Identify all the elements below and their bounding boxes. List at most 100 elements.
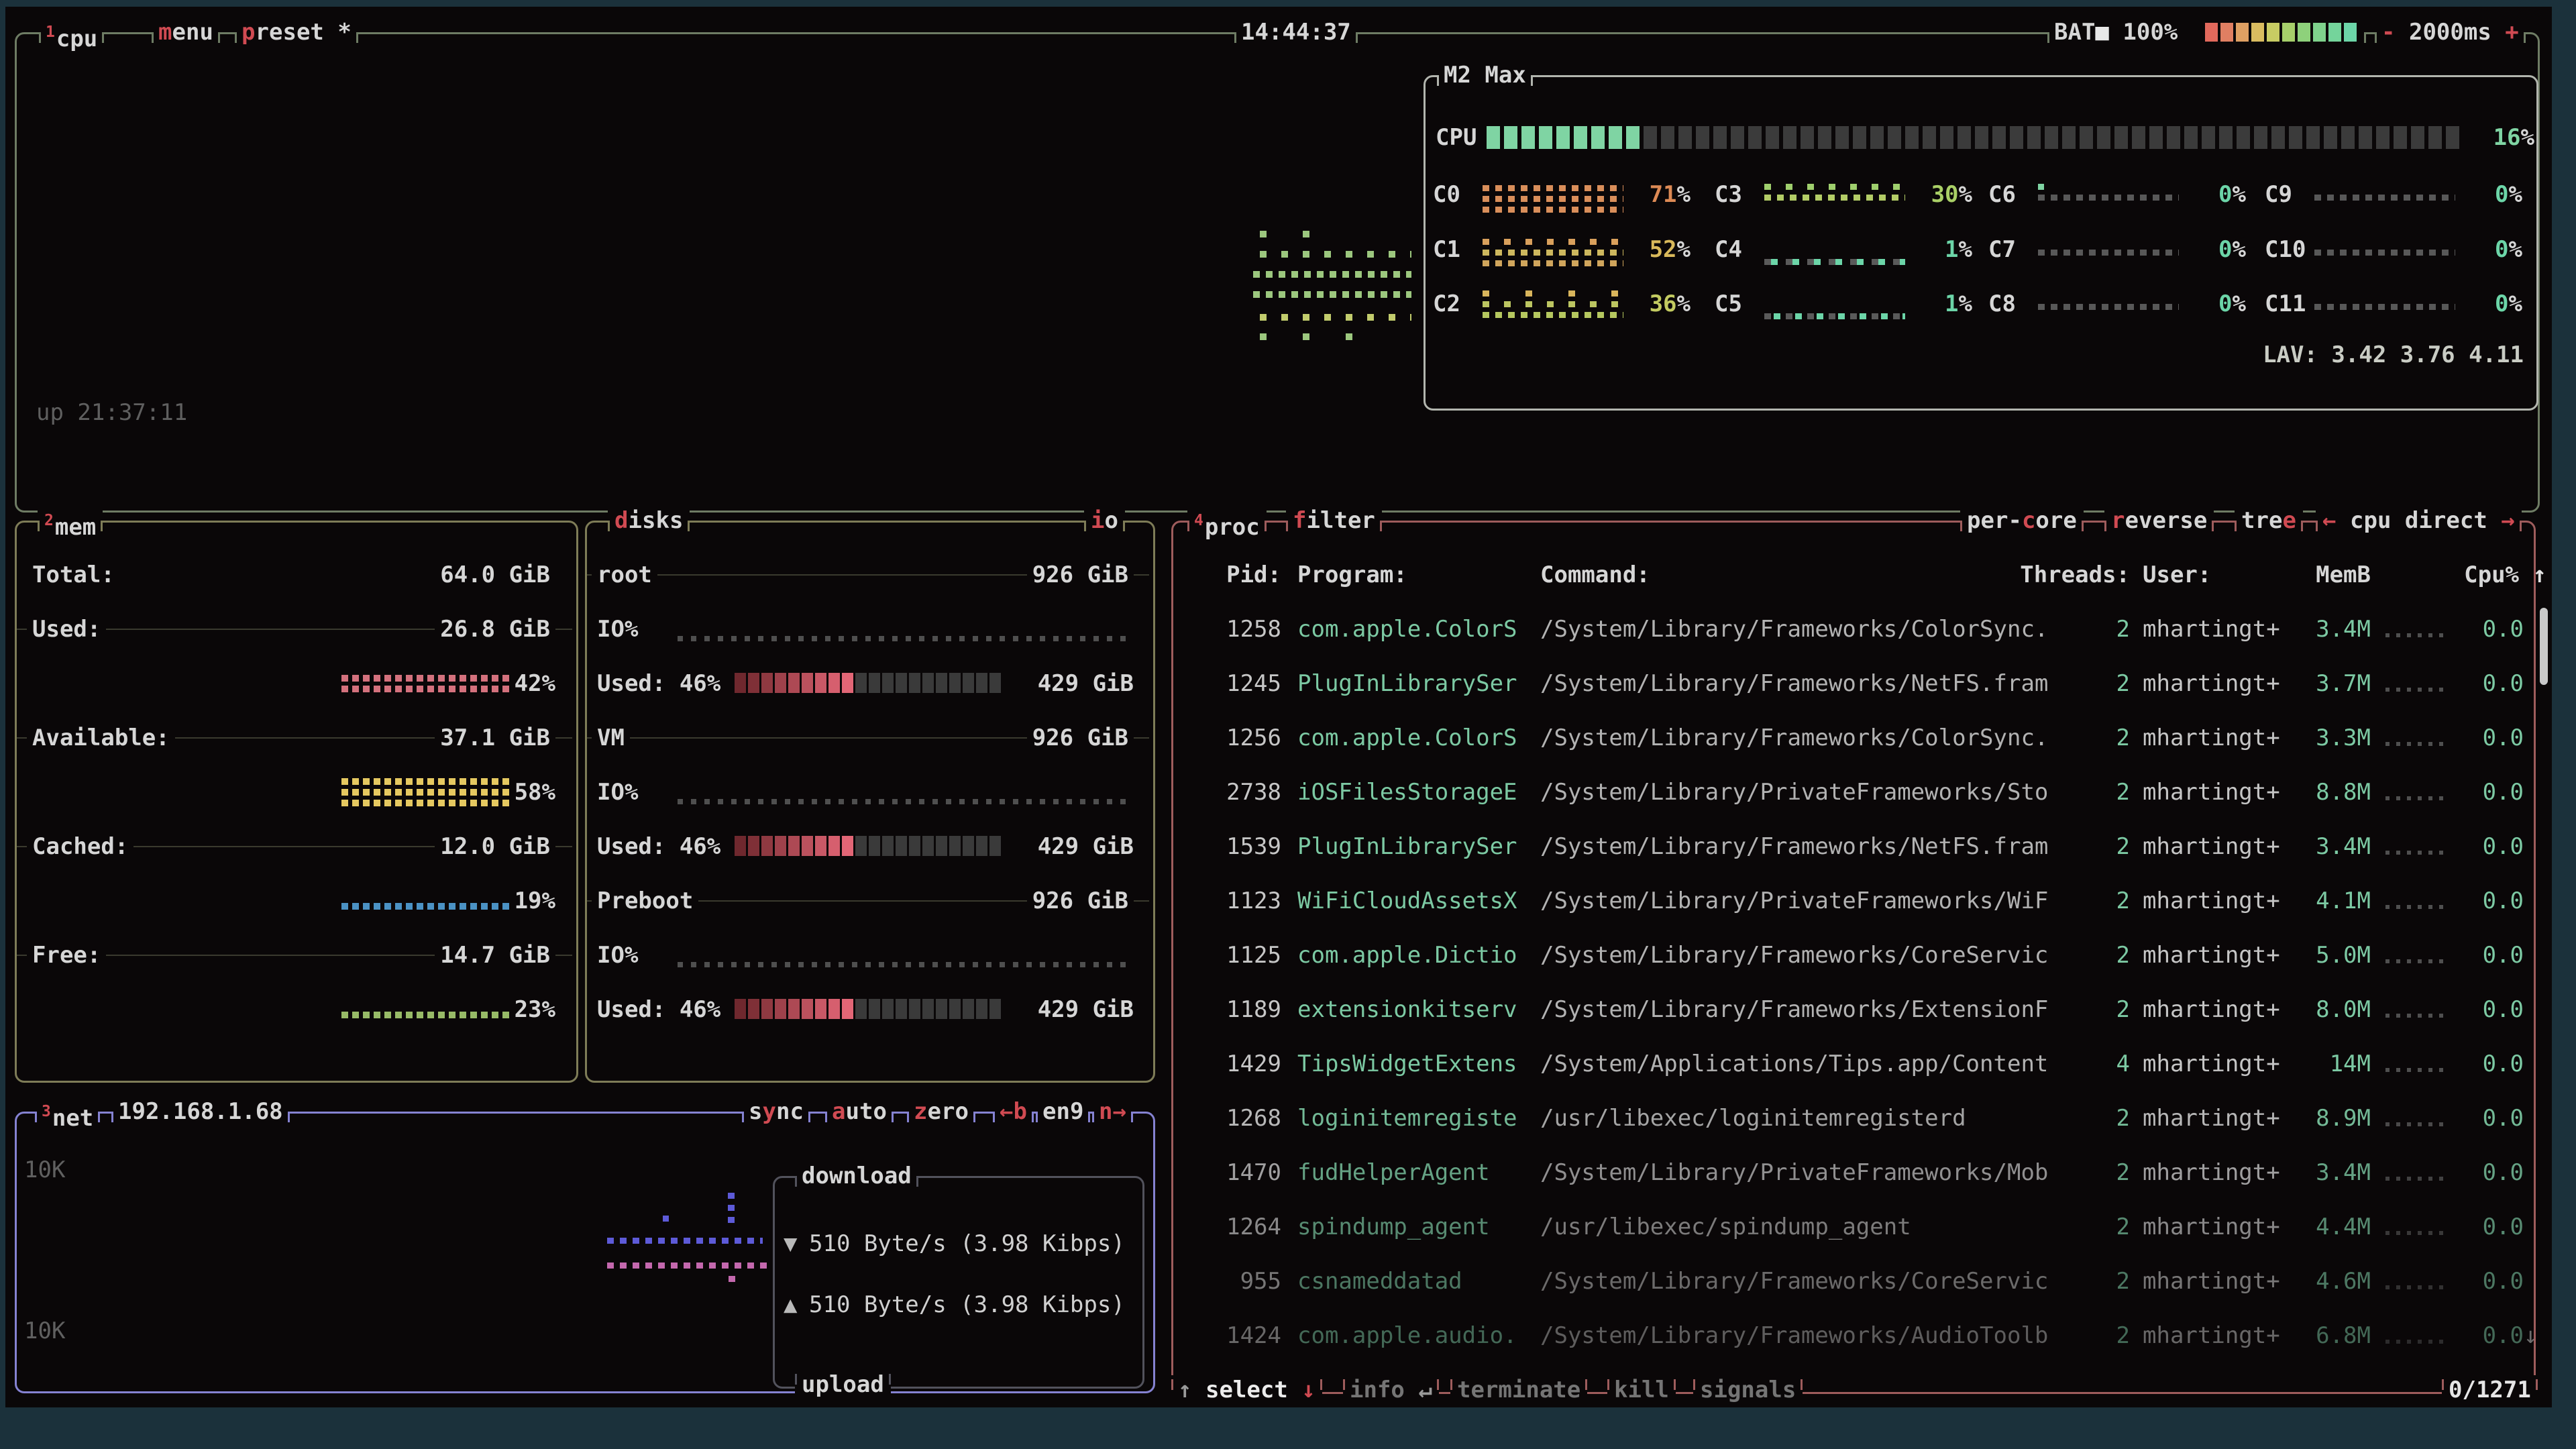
proc-option-reverse[interactable]: reverse (2104, 506, 2214, 535)
process-program: com.apple.audio. (1297, 1321, 1517, 1350)
proc-option-cpu-direct[interactable]: ← cpu direct → (2316, 506, 2522, 535)
process-row[interactable]: 1264spindump_agent/usr/libexec/spindump_… (0, 1212, 2576, 1242)
cpu-meter-block (1609, 126, 1622, 149)
process-row[interactable]: 1245PlugInLibrarySer/System/Library/Fram… (0, 669, 2576, 698)
net-button-sync[interactable]: sync (742, 1097, 810, 1126)
process-program: com.apple.Dictio (1297, 941, 1517, 970)
process-threads: 2 (2063, 832, 2130, 861)
net-button-n[interactable]: n→ (1092, 1097, 1133, 1126)
proc-scrollbar-thumb[interactable] (2540, 608, 2548, 685)
process-row[interactable]: 1125com.apple.Dictio/System/Library/Fram… (0, 941, 2576, 970)
cpu-meter-block (1957, 126, 1971, 149)
core-label: C9 (2265, 180, 2292, 209)
tab-proc[interactable]: 4proc (1187, 506, 1267, 535)
dot-graph-row (2038, 304, 2179, 310)
net-button-zero[interactable]: zero (907, 1097, 975, 1126)
interval-minus-button[interactable]: - (2381, 19, 2395, 46)
dot-graph-row (1483, 196, 1623, 202)
signals-button[interactable]: signals (1693, 1375, 1803, 1405)
process-mem: 6.8M (2290, 1321, 2371, 1350)
net-button-auto[interactable]: auto (825, 1097, 894, 1126)
io-mode-button[interactable]: io (1084, 506, 1125, 535)
process-command: /System/Library/PrivateFrameworks/WiF (1540, 886, 2048, 916)
process-row[interactable]: 1256com.apple.ColorS/System/Library/Fram… (0, 723, 2576, 753)
cpu-meter-block (2341, 126, 2355, 149)
net-button-en9[interactable]: en9 (1036, 1097, 1090, 1126)
core-percent: 1% (1892, 289, 1972, 319)
core-percent: 1% (1892, 235, 1972, 264)
terminate-button[interactable]: terminate (1450, 1375, 1587, 1405)
dot-graph-row (2038, 195, 2179, 201)
process-cpu: 0.0 (2457, 1049, 2524, 1079)
cpu-meter-block (1905, 126, 1919, 149)
preset-button[interactable]: preset * (235, 17, 358, 47)
process-row[interactable]: 1539PlugInLibrarySer/System/Library/Fram… (0, 832, 2576, 861)
cpu-meter-block (2062, 126, 2076, 149)
col-header-program[interactable]: Program: (1297, 560, 1407, 590)
process-pid: 1539 (1187, 832, 1281, 861)
cpu-meter-block (1591, 126, 1605, 149)
process-row[interactable]: 1258com.apple.ColorS/System/Library/Fram… (0, 614, 2576, 644)
process-row[interactable]: 2738iOSFilesStorageE/System/Library/Priv… (0, 777, 2576, 807)
col-header-mem[interactable]: MemB (2290, 560, 2371, 590)
mem-row-label: Total: (27, 560, 120, 590)
select-control[interactable]: ↑ select ↓ (1171, 1375, 1322, 1405)
col-header-cpu[interactable]: Cpu% ↑ (2464, 560, 2546, 590)
tab-disks[interactable]: disks (608, 506, 690, 535)
process-row[interactable]: 955csnameddatad/System/Library/Framework… (0, 1267, 2576, 1296)
process-row[interactable]: 1189extensionkitserv/System/Library/Fram… (0, 995, 2576, 1024)
select-up-arrow-icon[interactable]: ↑ (1178, 1377, 1191, 1403)
process-user: mhartingt+ (2143, 886, 2280, 916)
process-row[interactable]: 1268loginitemregiste/usr/libexec/loginit… (0, 1104, 2576, 1133)
cpu-meter-block (1783, 126, 1796, 149)
process-count: 0/1271 (2442, 1375, 2538, 1405)
process-cpu: 0.0 (2457, 1104, 2524, 1133)
dot-graph-row (2385, 905, 2450, 909)
col-header-user[interactable]: User: (2143, 560, 2211, 590)
core-percent: 71% (1610, 180, 1690, 209)
process-user: mhartingt+ (2143, 941, 2280, 970)
process-command: /usr/libexec/loginitemregisterd (1540, 1104, 1966, 1133)
kill-button[interactable]: kill (1607, 1375, 1676, 1405)
dot-graph-row (1253, 271, 1411, 278)
tab-cpu[interactable]: 1cpu (39, 17, 104, 47)
core-label: C0 (1433, 180, 1460, 209)
filter-button[interactable]: filter (1286, 506, 1382, 535)
dot-graph-row (1764, 195, 1905, 201)
col-header-pid[interactable]: Pid: (1187, 560, 1281, 590)
battery-block (2220, 23, 2233, 42)
process-threads: 2 (2063, 1158, 2130, 1187)
dot-graph-row (2385, 796, 2450, 800)
process-user: mhartingt+ (2143, 1212, 2280, 1242)
dot-graph-row (2385, 1068, 2450, 1072)
dot-graph-row (1253, 291, 1411, 298)
dot-graph-row (1483, 250, 1623, 256)
process-program: spindump_agent (1297, 1212, 1490, 1242)
process-user: mhartingt+ (2143, 1104, 2280, 1133)
interval-plus-button[interactable]: + (2505, 19, 2518, 46)
col-header-threads[interactable]: Threads: (1996, 560, 2130, 590)
proc-option-per-core[interactable]: per-core (1960, 506, 2084, 535)
core-percent: 30% (1892, 180, 1972, 209)
cpu-meter-block (2080, 126, 2093, 149)
process-user: mhartingt+ (2143, 723, 2280, 753)
process-row[interactable]: 1424com.apple.audio./System/Library/Fram… (0, 1321, 2576, 1350)
col-header-command[interactable]: Command: (1540, 560, 1650, 590)
process-command: /System/Library/Frameworks/ColorSync. (1540, 723, 2048, 753)
process-row[interactable]: 1470fudHelperAgent/System/Library/Privat… (0, 1158, 2576, 1187)
net-button-b[interactable]: ←b (993, 1097, 1034, 1126)
info-button[interactable]: info ↵ (1343, 1375, 1439, 1405)
process-row[interactable]: 1429TipsWidgetExtens/System/Applications… (0, 1049, 2576, 1079)
update-interval-control[interactable]: - 2000ms + (2375, 17, 2526, 47)
cpu-meter-block (2167, 126, 2180, 149)
menu-button[interactable]: menu (152, 17, 220, 47)
proc-option-tree[interactable]: tree (2235, 506, 2303, 535)
select-down-arrow-icon[interactable]: ↓ (1301, 1377, 1315, 1403)
process-row[interactable]: 1123WiFiCloudAssetsX/System/Library/Priv… (0, 886, 2576, 916)
tab-mem[interactable]: 2mem (38, 506, 103, 535)
process-pid: 1424 (1187, 1321, 1281, 1350)
tab-net[interactable]: 3net (35, 1097, 100, 1126)
dot-graph-row (1483, 312, 1623, 318)
dot-graph-row (1774, 313, 1905, 319)
cpu-meter-block (1504, 126, 1517, 149)
